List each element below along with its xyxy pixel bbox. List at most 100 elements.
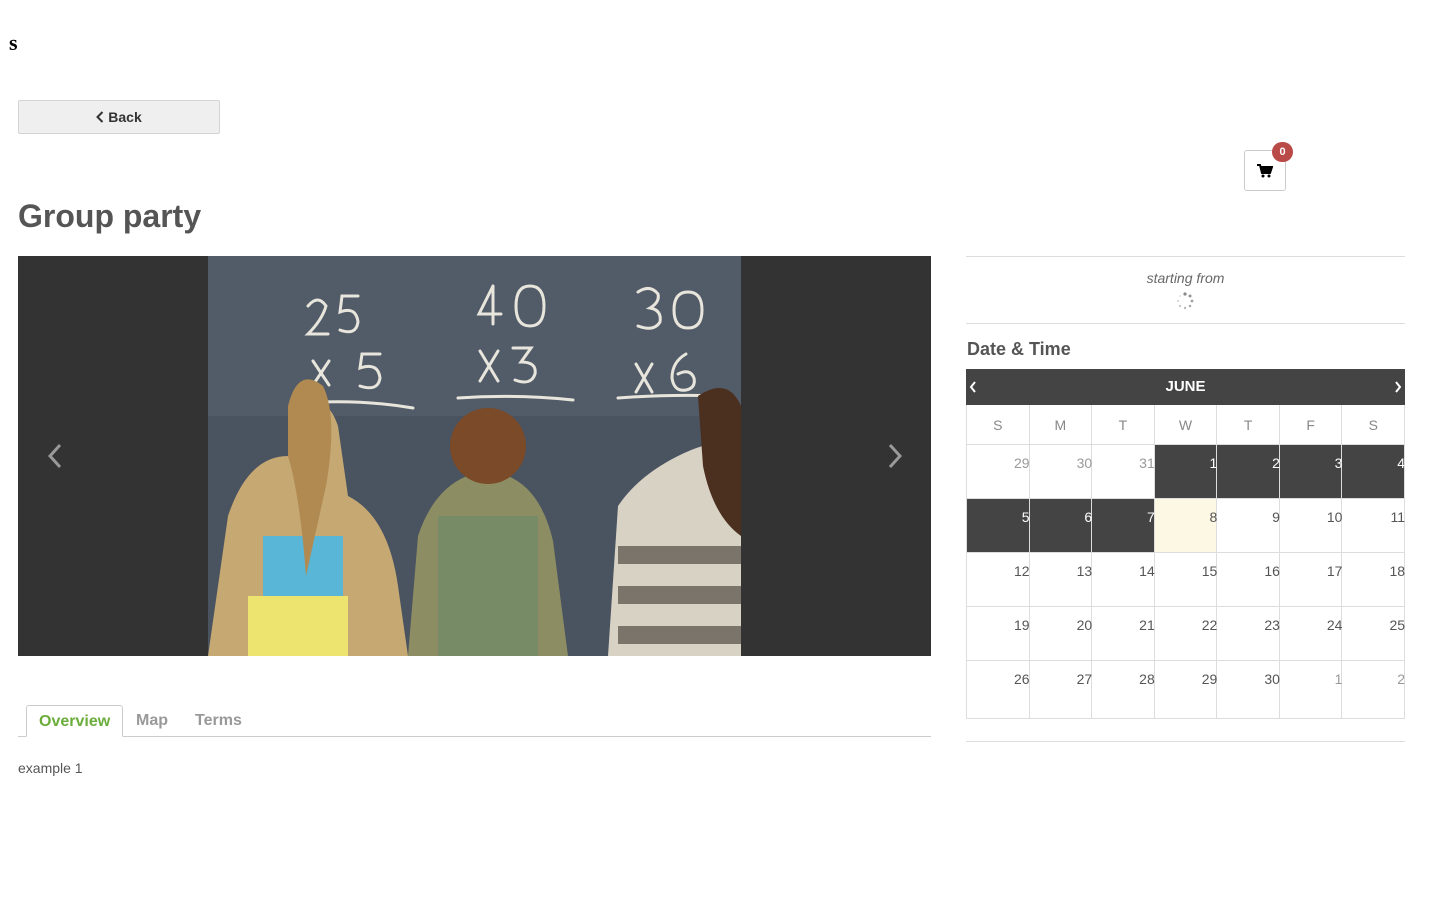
back-button-label: Back [108,109,142,125]
cart-count-badge: 0 [1272,142,1293,162]
divider [966,256,1405,257]
divider [966,323,1405,324]
calendar-day-number: 30 [1076,455,1093,471]
carousel-prev-button[interactable] [40,441,70,471]
calendar-weekday-row: S M T W T F S [967,405,1406,445]
site-logo[interactable]: s [9,30,18,56]
calendar-day-number: 26 [1014,671,1030,687]
calendar-day: 7 [1092,499,1155,553]
calendar-day[interactable]: 12 [967,553,1030,607]
weekday-label: S [967,405,1030,445]
calendar-day-number: 7 [1146,509,1155,525]
calendar-day-number: 21 [1139,617,1155,633]
calendar-day-number: 4 [1397,455,1406,471]
carousel-next-button[interactable] [880,441,910,471]
calendar-day[interactable]: 26 [967,661,1030,719]
calendar-day-number: 6 [1084,509,1093,525]
calendar-day[interactable]: 11 [1342,499,1406,553]
calendar-day[interactable]: 15 [1154,553,1218,607]
calendar-day[interactable]: 1 [1279,661,1343,719]
chevron-right-icon [1395,381,1402,393]
calendar-week-row: 29 30 31 1 2 3 4 [967,445,1406,499]
cart-icon [1257,163,1273,177]
calendar-day[interactable]: 19 [967,607,1030,661]
date-time-title: Date & Time [967,339,1071,359]
image-carousel [18,256,931,656]
tab-map[interactable]: Map [136,705,168,737]
calendar-day[interactable]: 22 [1154,607,1218,661]
calendar-grid: S M T W T F S 29 30 31 1 2 3 4 5 6 7 8 9 10 11 12 13 14 1… [966,405,1406,719]
calendar-day[interactable]: 29 [967,445,1030,499]
calendar-week-row: 19 20 21 22 23 24 25 [967,607,1406,661]
weekday-label: W [1154,405,1218,445]
calendar-prev-month[interactable] [966,380,980,394]
calendar-day[interactable]: 20 [1029,607,1093,661]
calendar-day[interactable]: 30 [1217,661,1280,719]
calendar-day[interactable]: 21 [1092,607,1155,661]
calendar-day-number: 29 [1201,671,1218,687]
calendar-day-number: 1 [1209,455,1218,471]
calendar-day-number: 19 [1014,617,1030,633]
calendar-day: 6 [1029,499,1093,553]
weekday-label: T [1092,405,1155,445]
chevron-left-icon [96,111,104,123]
calendar-week-row: 5 6 7 8 9 10 11 [967,499,1406,553]
calendar-day[interactable]: 2 [1342,661,1406,719]
calendar-day: 1 [1154,445,1218,499]
calendar-day[interactable]: 29 [1154,661,1218,719]
calendar-day-number: 10 [1326,509,1343,525]
calendar-day-number: 11 [1390,509,1406,525]
tab-overview[interactable]: Overview [26,705,124,737]
calendar-day[interactable]: 30 [1029,445,1093,499]
overview-text: example 1 [18,760,83,776]
calendar-day[interactable]: 24 [1279,607,1343,661]
calendar-day-number: 20 [1076,617,1093,633]
calendar-day[interactable]: 16 [1217,553,1280,607]
calendar-header: JUNE [966,369,1405,405]
calendar-day-number: 2 [1272,455,1280,471]
calendar-day[interactable]: 23 [1217,607,1280,661]
divider [966,741,1405,742]
page-title: Group party [18,198,202,234]
calendar-day[interactable]: 25 [1342,607,1406,661]
calendar-day[interactable]: 31 [1092,445,1155,499]
calendar-day[interactable]: 28 [1092,661,1155,719]
calendar-day[interactable]: 14 [1092,553,1155,607]
calendar-day: 4 [1342,445,1406,499]
calendar-month: JUNE [1165,378,1206,395]
calendar-day-number: 23 [1264,617,1280,633]
calendar-day-number: 25 [1389,617,1406,633]
calendar-day-number: 18 [1389,563,1406,579]
calendar-weeks: 29 30 31 1 2 3 4 5 6 7 8 9 10 11 12 13 14 15 16 17 18 19 20 21 2… [967,445,1406,719]
calendar-day[interactable]: 27 [1029,661,1093,719]
back-button[interactable]: Back [18,100,220,134]
calendar-day-number: 1 [1334,671,1343,687]
calendar-day-number: 31 [1139,455,1155,471]
detail-tabs: Overview Map Terms [18,705,931,737]
chevron-left-icon [48,443,62,469]
calendar-day-number: 29 [1014,455,1030,471]
weekday-label: S [1342,405,1406,445]
calendar-week-row: 26 27 28 29 30 1 2 [967,661,1406,719]
calendar-day[interactable]: 13 [1029,553,1093,607]
calendar-day-number: 15 [1201,563,1218,579]
calendar-day-number: 3 [1334,455,1343,471]
calendar-day[interactable]: 18 [1342,553,1406,607]
calendar-day-number: 5 [1021,509,1030,525]
chevron-left-icon [969,381,976,393]
calendar-day-number: 2 [1397,671,1406,687]
calendar-day: 5 [967,499,1030,553]
calendar-day[interactable]: 8 [1154,499,1218,553]
calendar-day: 3 [1279,445,1343,499]
calendar-day-number: 22 [1201,617,1218,633]
calendar-day-number: 17 [1326,563,1343,579]
calendar-day[interactable]: 17 [1279,553,1343,607]
tab-terms[interactable]: Terms [195,705,242,737]
calendar-day-number: 8 [1209,509,1218,525]
weekday-label: T [1217,405,1280,445]
calendar-day: 2 [1217,445,1280,499]
calendar-day[interactable]: 9 [1217,499,1280,553]
weekday-label: F [1279,405,1343,445]
calendar-next-month[interactable] [1391,380,1405,394]
calendar-day[interactable]: 10 [1279,499,1343,553]
